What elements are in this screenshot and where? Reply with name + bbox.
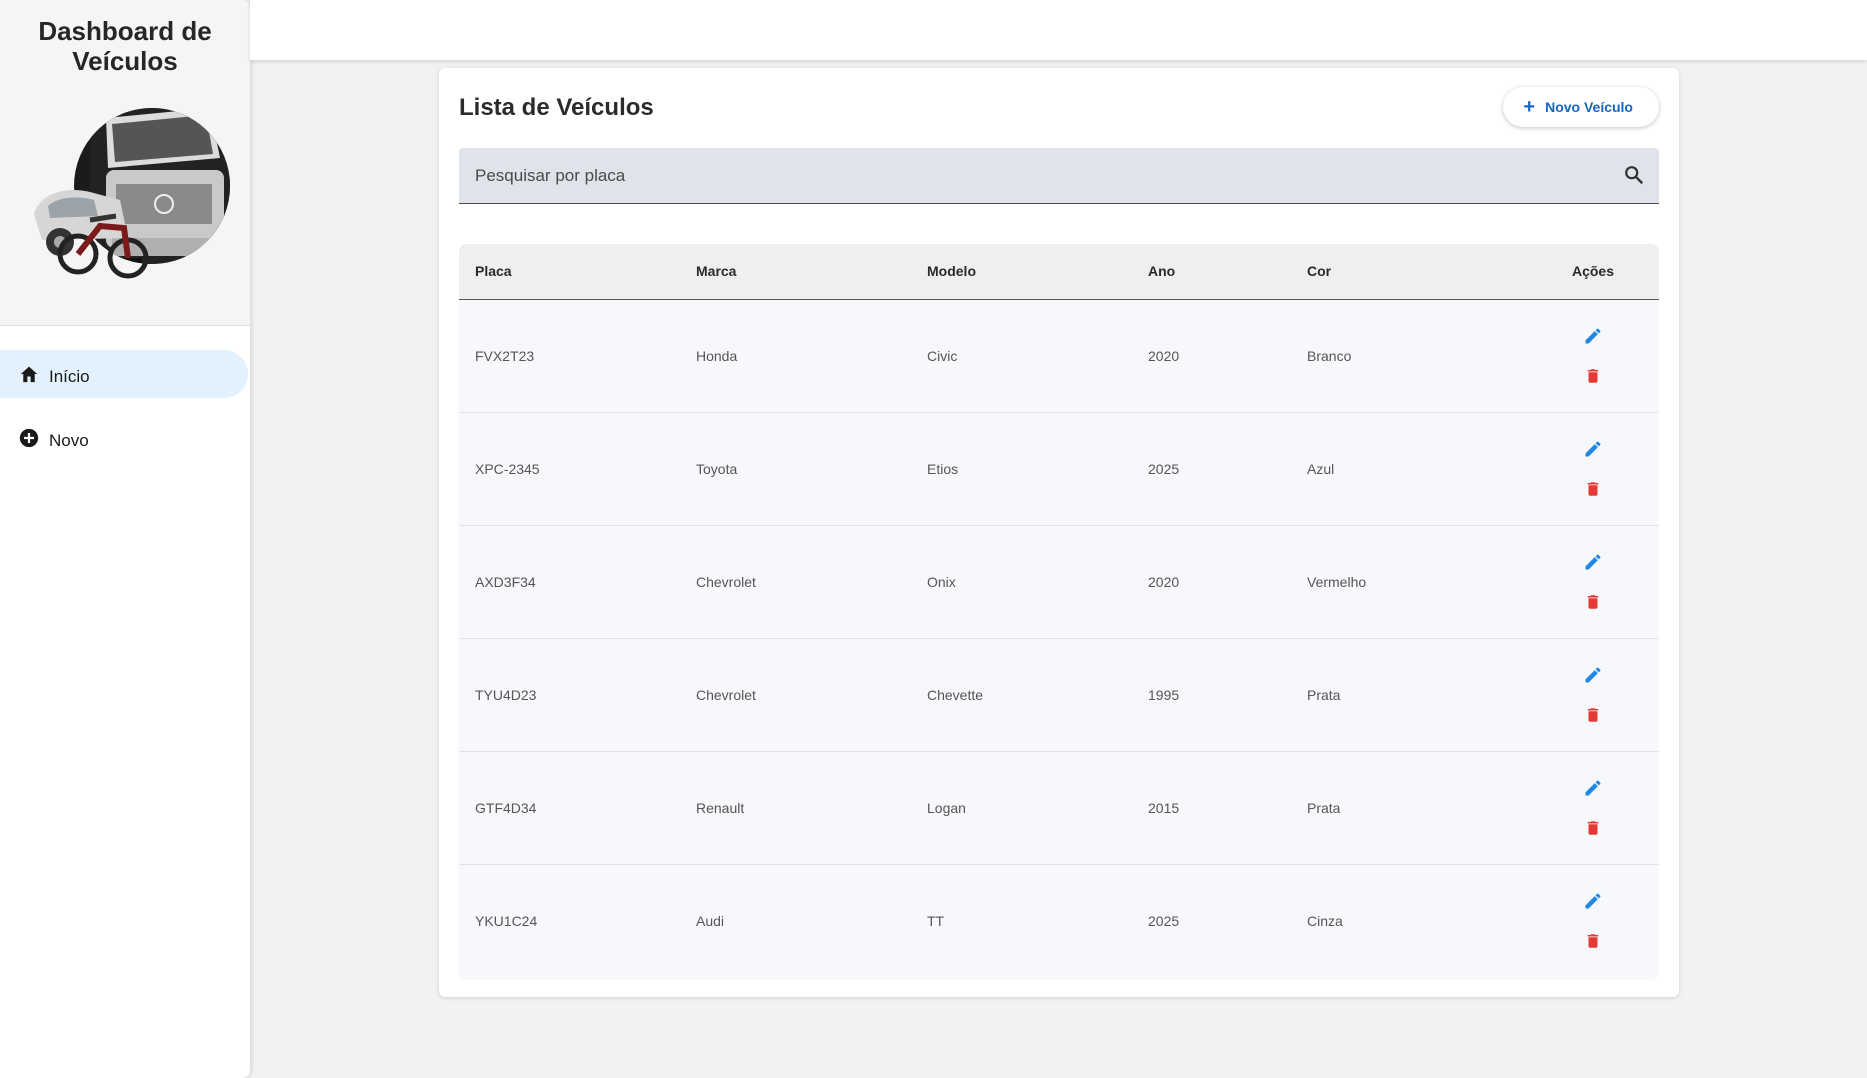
cell-marca: Honda xyxy=(696,347,738,364)
cell-actions xyxy=(1527,751,1659,864)
row-actions xyxy=(1527,776,1659,840)
cell-actions xyxy=(1527,864,1659,977)
cell-ano: 2020 xyxy=(1148,573,1180,590)
vehicles-logo xyxy=(34,108,230,279)
row-actions xyxy=(1527,663,1659,727)
cell-cor: Prata xyxy=(1307,686,1341,703)
edit-icon[interactable] xyxy=(1581,889,1605,913)
table-row: XPC-2345 Toyota Etios 2025 Azul xyxy=(459,412,1659,525)
delete-icon[interactable] xyxy=(1581,816,1605,840)
cell-cor: Prata xyxy=(1307,799,1341,816)
search-icon[interactable] xyxy=(1623,164,1645,191)
cell-placa: FVX2T23 xyxy=(475,347,535,364)
table-row: GTF4D34 Renault Logan 2015 Prata xyxy=(459,751,1659,864)
edit-icon[interactable] xyxy=(1581,437,1605,461)
delete-icon[interactable] xyxy=(1581,477,1605,501)
delete-icon[interactable] xyxy=(1581,364,1605,388)
nav-item-inicio[interactable]: Início xyxy=(0,350,248,398)
cell-marca: Chevrolet xyxy=(696,686,756,703)
table-row: TYU4D23 Chevrolet Chevette 1995 Prata xyxy=(459,638,1659,751)
column-header-acoes: Ações xyxy=(1527,244,1659,300)
delete-icon[interactable] xyxy=(1581,590,1605,614)
top-app-bar xyxy=(250,0,1867,60)
column-header-marca[interactable]: Marca xyxy=(696,244,927,300)
cell-cor: Branco xyxy=(1307,347,1352,364)
cell-marca: Chevrolet xyxy=(696,573,756,590)
row-actions xyxy=(1527,437,1659,501)
table-row: FVX2T23 Honda Civic 2020 Branco xyxy=(459,299,1659,412)
nav-label-novo: Novo xyxy=(49,431,89,450)
search-input[interactable] xyxy=(459,148,1609,203)
cell-modelo: Etios xyxy=(927,460,959,477)
table-header-row: Placa Marca Modelo Ano Cor Ações xyxy=(459,244,1659,300)
search-field xyxy=(459,148,1659,204)
cell-placa: TYU4D23 xyxy=(475,686,537,703)
column-header-ano[interactable]: Ano xyxy=(1148,244,1307,300)
edit-icon[interactable] xyxy=(1581,550,1605,574)
edit-icon[interactable] xyxy=(1581,663,1605,687)
column-header-placa[interactable]: Placa xyxy=(459,244,696,300)
edit-icon[interactable] xyxy=(1581,776,1605,800)
new-vehicle-button[interactable]: + Novo Veículo xyxy=(1503,87,1659,127)
cell-placa: XPC-2345 xyxy=(475,460,540,477)
delete-icon[interactable] xyxy=(1581,703,1605,727)
cell-ano: 2015 xyxy=(1148,799,1180,816)
sidebar-header: Dashboard de Veículos xyxy=(0,0,250,326)
cell-marca: Toyota xyxy=(696,460,738,477)
row-actions xyxy=(1527,324,1659,388)
row-actions xyxy=(1527,550,1659,614)
home-icon xyxy=(18,363,40,385)
table-row: AXD3F34 Chevrolet Onix 2020 Vermelho xyxy=(459,525,1659,638)
nav-label-inicio: Início xyxy=(49,367,90,386)
cell-placa: GTF4D34 xyxy=(475,799,537,816)
cell-modelo: Civic xyxy=(927,347,958,364)
add-circle-icon xyxy=(18,427,40,449)
sidebar: Dashboard de Veículos Início Novo xyxy=(0,0,250,1078)
cell-modelo: TT xyxy=(927,912,945,929)
cell-marca: Renault xyxy=(696,799,745,816)
cell-ano: 2025 xyxy=(1148,460,1180,477)
cell-actions xyxy=(1527,299,1659,412)
delete-icon[interactable] xyxy=(1581,929,1605,953)
cell-ano: 2025 xyxy=(1148,912,1180,929)
vehicle-table: Placa Marca Modelo Ano Cor Ações FVX2T23… xyxy=(459,244,1659,980)
plus-icon: + xyxy=(1523,96,1536,118)
column-header-modelo[interactable]: Modelo xyxy=(927,244,1148,300)
cell-ano: 2020 xyxy=(1148,347,1180,364)
cell-placa: AXD3F34 xyxy=(475,573,536,590)
vehicle-list-card: Lista de Veículos + Novo Veículo Placa M… xyxy=(439,68,1679,997)
cell-ano: 1995 xyxy=(1148,686,1180,703)
table-row: YKU1C24 Audi TT 2025 Cinza xyxy=(459,864,1659,977)
nav-item-novo[interactable]: Novo xyxy=(0,414,248,462)
cell-cor: Vermelho xyxy=(1307,573,1367,590)
cell-placa: YKU1C24 xyxy=(475,912,538,929)
cell-actions xyxy=(1527,525,1659,638)
column-header-cor[interactable]: Cor xyxy=(1307,244,1527,300)
edit-icon[interactable] xyxy=(1581,324,1605,348)
cell-cor: Cinza xyxy=(1307,912,1343,929)
app-title: Dashboard de Veículos xyxy=(38,16,212,76)
cell-actions xyxy=(1527,412,1659,525)
cell-modelo: Onix xyxy=(927,573,956,590)
cell-modelo: Logan xyxy=(927,799,966,816)
cell-marca: Audi xyxy=(696,912,725,929)
cell-actions xyxy=(1527,638,1659,751)
page-title: Lista de Veículos xyxy=(459,94,654,121)
cell-cor: Azul xyxy=(1307,460,1335,477)
sidebar-nav: Início Novo xyxy=(0,326,250,462)
cell-modelo: Chevette xyxy=(927,686,984,703)
row-actions xyxy=(1527,889,1659,953)
new-vehicle-label: Novo Veículo xyxy=(1545,99,1633,115)
